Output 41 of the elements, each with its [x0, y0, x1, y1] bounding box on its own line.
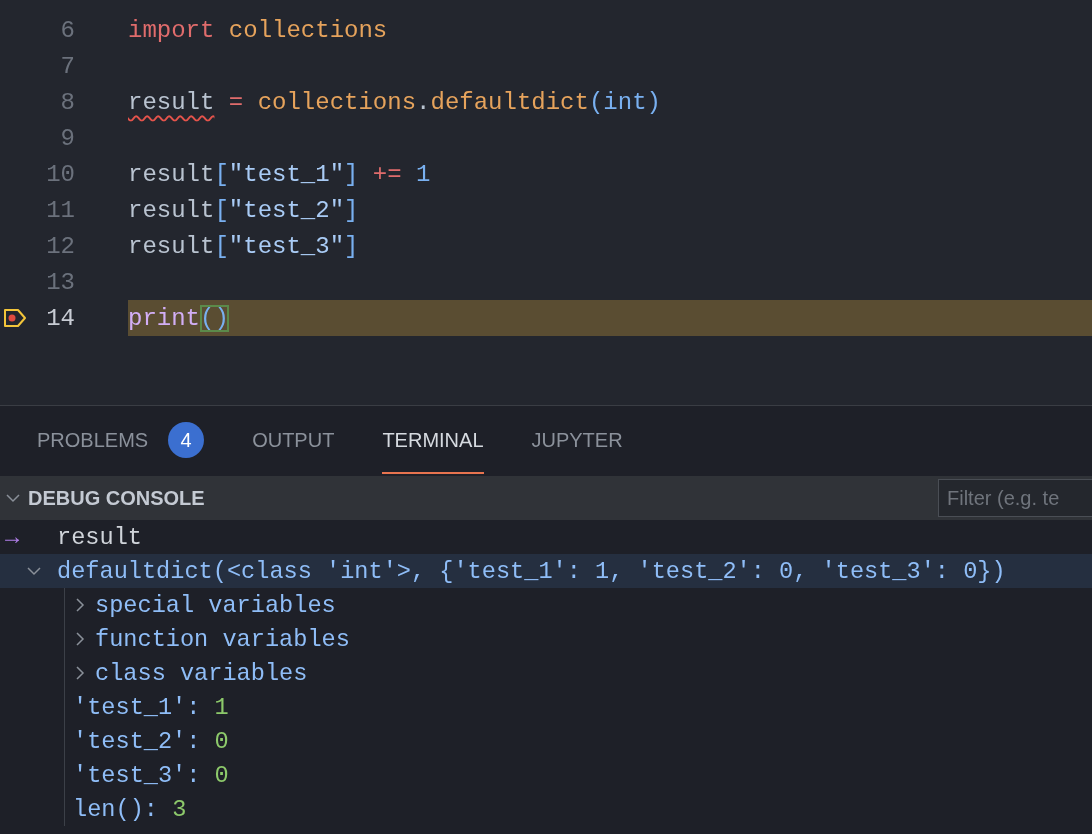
line-number: 11: [45, 196, 75, 224]
variable-group[interactable]: special variables: [95, 591, 336, 619]
line-number: 6: [59, 16, 75, 44]
chevron-icon[interactable]: [73, 598, 87, 612]
panel-tab[interactable]: JUPYTER: [531, 428, 623, 452]
chevron-icon[interactable]: [73, 632, 87, 646]
variable-name: 'test_1':: [73, 693, 201, 721]
panel-tab[interactable]: PROBLEMS: [37, 428, 149, 452]
variable-group[interactable]: class variables: [95, 659, 308, 687]
variable-group[interactable]: function variables: [95, 625, 350, 653]
line-number: 12: [45, 232, 75, 260]
line-number: 8: [59, 88, 75, 116]
section-title: DEBUG CONSOLE: [28, 486, 205, 510]
code-line: import collections: [128, 15, 389, 46]
chevron-icon[interactable]: [73, 666, 87, 680]
filter-field[interactable]: Filter (e.g. te: [938, 479, 1092, 517]
panel-tab[interactable]: OUTPUT: [252, 428, 335, 452]
variable-name: 'test_3':: [73, 761, 201, 789]
code-line: result["test_2"]: [128, 195, 360, 226]
line-number: 7: [59, 52, 75, 80]
line-number: 9: [59, 124, 75, 152]
variable-value: 3: [172, 795, 187, 823]
variable-name: len():: [73, 795, 158, 823]
line-number: 14: [45, 304, 75, 332]
code-line: result["test_3"]: [128, 231, 360, 262]
breakpoint-icon[interactable]: [3, 306, 27, 330]
chevron-icon[interactable]: [27, 564, 41, 578]
code-line: result = collections.defaultdict(int): [128, 87, 662, 118]
count-badge: 4: [168, 422, 205, 458]
code-editor[interactable]: 6 import collections 7 8 result = collections.defaultdict(int) 9 10 result["test_1"] += 1 11 result["test_2"] 12 result["test_3"] 13 14 print(): [0, 0, 1092, 406]
chevron-icon[interactable]: [6, 491, 20, 505]
variable-value: 0: [214, 727, 229, 755]
line-number: 13: [45, 268, 75, 296]
variable-value: 0: [214, 761, 229, 789]
prompt-arrow: →: [4, 523, 21, 551]
panel-tab[interactable]: TERMINAL: [382, 428, 484, 452]
variable-name: 'test_2':: [73, 727, 201, 755]
line-number: 10: [45, 160, 75, 188]
variable-value: 1: [214, 693, 229, 721]
code-line: result["test_1"] += 1: [128, 159, 432, 190]
command-text: result: [57, 523, 142, 551]
